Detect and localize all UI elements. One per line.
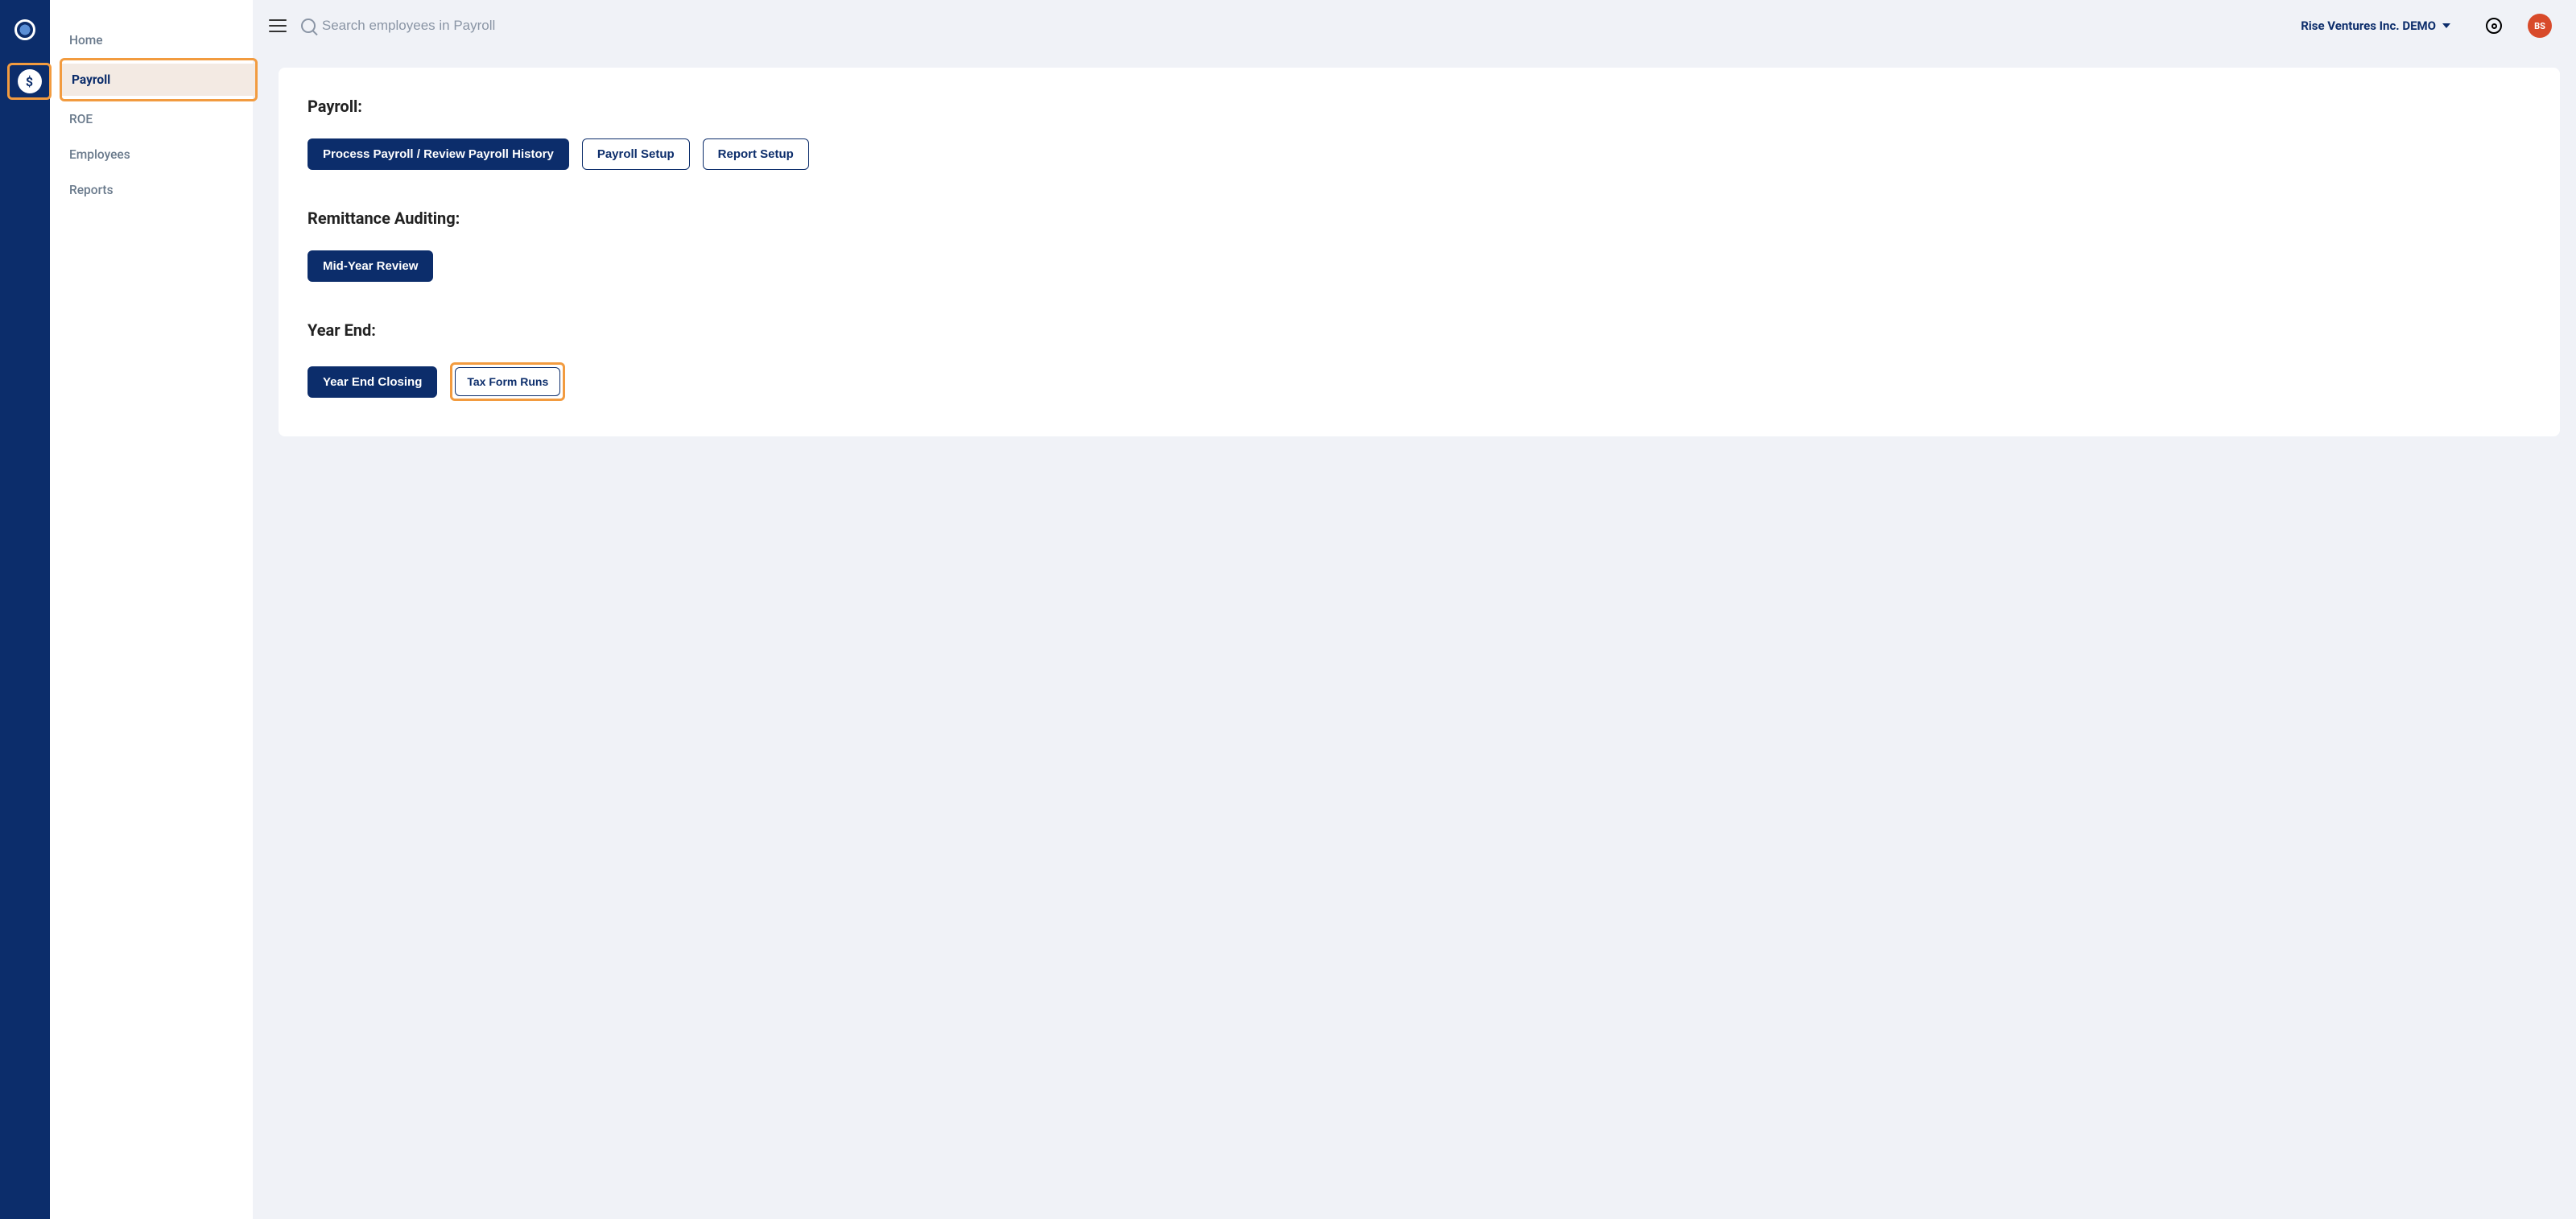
payroll-module-icon[interactable]: $ [18,69,42,93]
chevron-down-icon [2442,23,2450,28]
section-title-payroll: Payroll: [308,97,2531,116]
hamburger-menu-icon[interactable] [269,19,287,32]
payroll-button-row: Process Payroll / Review Payroll History… [308,138,2531,170]
organization-name: Rise Ventures Inc. DEMO [2301,19,2436,33]
sidebar-item-home[interactable]: Home [50,23,253,58]
tax-form-runs-highlight: Tax Form Runs [450,362,565,401]
side-nav: Home Payroll ROE Employees Reports [50,0,253,1219]
content-card: Payroll: Process Payroll / Review Payrol… [279,68,2560,436]
main-area: Rise Ventures Inc. DEMO BS Payroll: Proc… [253,0,2576,1219]
tax-form-runs-button[interactable]: Tax Form Runs [455,367,560,396]
sidebar-item-reports[interactable]: Reports [50,172,253,208]
logo-icon[interactable] [14,19,35,40]
sidebar-item-payroll[interactable]: Payroll [62,64,255,96]
process-payroll-button[interactable]: Process Payroll / Review Payroll History [308,138,569,170]
payroll-setup-button[interactable]: Payroll Setup [582,138,690,170]
icon-rail: $ [0,0,50,1219]
mid-year-review-button[interactable]: Mid-Year Review [308,250,433,282]
year-end-closing-button[interactable]: Year End Closing [308,366,437,398]
sidebar-item-payroll-highlight: Payroll [60,58,258,101]
report-setup-button[interactable]: Report Setup [703,138,809,170]
payroll-module-highlight: $ [7,63,52,100]
topbar: Rise Ventures Inc. DEMO BS [253,0,2576,52]
remittance-button-row: Mid-Year Review [308,250,2531,282]
search-input[interactable] [322,18,2286,34]
avatar[interactable]: BS [2528,14,2552,38]
section-title-year-end: Year End: [308,320,2531,340]
organization-selector[interactable]: Rise Ventures Inc. DEMO [2301,19,2450,33]
sidebar-item-employees[interactable]: Employees [50,137,253,172]
help-icon[interactable] [2486,18,2502,34]
year-end-button-row: Year End Closing Tax Form Runs [308,362,2531,401]
search-container [301,18,2286,34]
sidebar-item-roe[interactable]: ROE [50,101,253,137]
section-title-remittance: Remittance Auditing: [308,209,2531,228]
search-icon [301,19,316,33]
